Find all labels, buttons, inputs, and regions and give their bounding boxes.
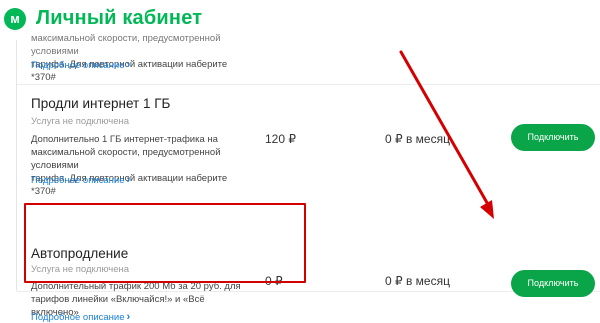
more-details-label: Подробное описание <box>31 175 125 186</box>
service-price: 120 ₽ <box>265 132 296 146</box>
service-monthly-fee: 0 ₽ в месяц <box>385 132 450 146</box>
megafon-logo-icon[interactable]: м <box>4 8 26 30</box>
more-details-link[interactable]: Подробное описание › <box>31 59 130 71</box>
more-details-label: Подробное описание <box>31 312 125 323</box>
connect-button[interactable]: Подключить <box>511 270 595 297</box>
chevron-right-icon: › <box>126 174 131 186</box>
more-details-label: Подробное описание <box>31 60 125 71</box>
chevron-right-icon: › <box>126 311 131 323</box>
chevron-right-icon: › <box>126 59 131 71</box>
highlight-box <box>24 203 306 283</box>
page-title: Личный кабинет <box>36 7 203 29</box>
more-details-link[interactable]: Подробное описание › <box>31 174 130 186</box>
connect-button[interactable]: Подключить <box>511 124 595 151</box>
service-monthly-fee: 0 ₽ в месяц <box>385 274 450 288</box>
service-description: максимальной скорости, предусмотренной у… <box>31 32 251 84</box>
description-line: максимальной скорости, предусмотренной у… <box>31 147 221 171</box>
service-status: Услуга не подключена <box>31 116 130 127</box>
service-title: Продли интернет 1 ГБ <box>31 96 171 111</box>
logo-letter: м <box>10 11 20 26</box>
service-card-partial: максимальной скорости, предусмотренной у… <box>17 33 600 86</box>
description-line: максимальной скорости, предусмотренной у… <box>31 33 221 57</box>
more-details-link[interactable]: Подробное описание › <box>31 311 130 323</box>
service-description: Дополнительно 1 ГБ интернет-трафика на м… <box>31 133 251 198</box>
description-line: Дополнительно 1 ГБ интернет-трафика на <box>31 134 218 145</box>
